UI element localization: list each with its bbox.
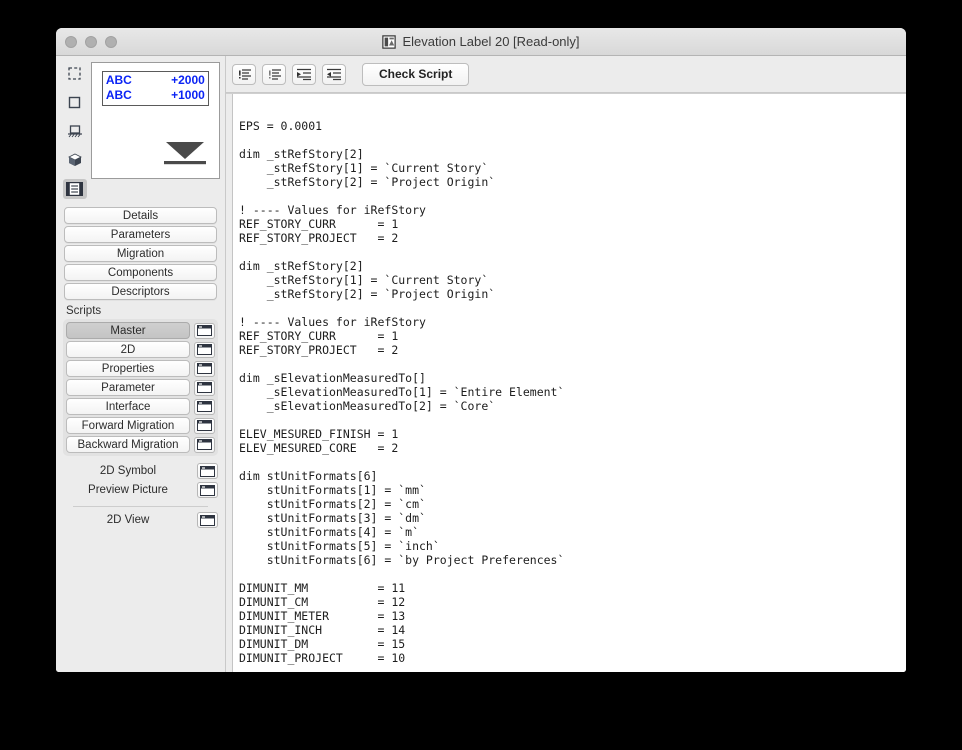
open-window-icon[interactable] — [194, 417, 215, 434]
editor-panel: ! ! Check Script EPS = 0.0001 dim _stRef… — [226, 56, 906, 672]
nav-button-components[interactable]: Components — [64, 264, 217, 281]
solid-square-icon[interactable] — [63, 92, 87, 112]
script-row: Master — [66, 322, 215, 339]
zoom-button[interactable] — [105, 35, 117, 48]
window-title-group: Elevation Label 20 [Read-only] — [56, 34, 906, 49]
script-row: Backward Migration — [66, 436, 215, 453]
preview-label-text: ABC — [105, 73, 132, 87]
script-button-forward-migration[interactable]: Forward Migration — [66, 417, 190, 434]
check-script-button[interactable]: Check Script — [362, 62, 470, 86]
increase-indent-icon[interactable] — [292, 63, 316, 85]
row-2d-symbol: 2D Symbol — [63, 463, 218, 479]
script-button-parameter[interactable]: Parameter — [66, 379, 190, 396]
open-window-icon[interactable] — [194, 322, 215, 339]
script-button-interface[interactable]: Interface — [66, 398, 190, 415]
object-preview[interactable]: ABC +2000 ABC +1000 — [90, 62, 220, 179]
open-window-icon[interactable] — [197, 463, 218, 479]
cube-3d-icon[interactable] — [63, 150, 87, 170]
row-2d-view: 2D View — [63, 512, 218, 528]
window-controls — [65, 35, 117, 48]
script-code-text[interactable]: EPS = 0.0001 dim _stRefStory[2] _stRefSt… — [233, 94, 906, 672]
minimize-button[interactable] — [85, 35, 97, 48]
open-window-icon[interactable] — [194, 341, 215, 358]
script-button-master[interactable]: Master — [66, 322, 190, 339]
window-title: Elevation Label 20 [Read-only] — [402, 34, 580, 49]
elevation-triangle-marker — [164, 142, 206, 165]
editor-gutter — [226, 94, 233, 672]
nav-button-migration[interactable]: Migration — [64, 245, 217, 262]
open-window-icon[interactable] — [194, 436, 215, 453]
script-list-icon[interactable] — [62, 179, 87, 199]
preview-label-box: ABC +2000 ABC +1000 — [101, 71, 209, 106]
window-body: ABC +2000 ABC +1000 Details Parameters M… — [56, 56, 906, 672]
open-window-icon[interactable] — [194, 379, 215, 396]
script-row: Parameter — [66, 379, 215, 396]
dashed-square-icon[interactable] — [63, 63, 87, 83]
editor-toolbar: ! ! Check Script — [226, 56, 906, 93]
row-preview-picture: Preview Picture — [63, 482, 218, 498]
preview-area: ABC +2000 ABC +1000 — [56, 56, 225, 199]
view-mode-rail — [61, 60, 89, 199]
preview-label-text: ABC — [105, 88, 132, 102]
uncomment-lines-icon[interactable]: ! — [262, 63, 286, 85]
preview-label-row: ABC +2000 — [106, 73, 205, 88]
script-row: 2D — [66, 341, 215, 358]
script-row: Properties — [66, 360, 215, 377]
script-button-backward-migration[interactable]: Backward Migration — [66, 436, 190, 453]
label-2d-view: 2D View — [106, 514, 150, 526]
preview-label-row: ABC +1000 — [106, 88, 205, 103]
scripts-section-label: Scripts — [66, 305, 102, 317]
script-button-properties[interactable]: Properties — [66, 360, 190, 377]
library-object-icon — [382, 34, 397, 49]
preview-label-value: +1000 — [171, 88, 205, 102]
section-nav-buttons: Details Parameters Migration Components … — [56, 199, 225, 300]
script-row: Forward Migration — [66, 417, 215, 434]
open-window-icon[interactable] — [194, 398, 215, 415]
close-button[interactable] — [65, 35, 77, 48]
separator — [73, 506, 208, 507]
comment-lines-icon[interactable]: ! — [232, 63, 256, 85]
scripts-group: Master 2D Properties Parameter Interface… — [63, 319, 218, 456]
extra-editor-rows: 2D Symbol Preview Picture 2D View — [56, 463, 225, 528]
nav-button-descriptors[interactable]: Descriptors — [64, 283, 217, 300]
left-sidebar: ABC +2000 ABC +1000 Details Parameters M… — [56, 56, 226, 672]
section-hatch-icon[interactable] — [63, 121, 87, 141]
open-window-icon[interactable] — [194, 360, 215, 377]
application-window: Elevation Label 20 [Read-only] ABC +2000… — [56, 28, 906, 672]
label-2d-symbol: 2D Symbol — [99, 465, 157, 477]
window-titlebar[interactable]: Elevation Label 20 [Read-only] — [56, 28, 906, 56]
screen-root: Elevation Label 20 [Read-only] ABC +2000… — [0, 0, 962, 750]
label-preview-picture: Preview Picture — [88, 484, 168, 496]
script-button-2d[interactable]: 2D — [66, 341, 190, 358]
code-editor[interactable]: EPS = 0.0001 dim _stRefStory[2] _stRefSt… — [226, 93, 906, 672]
script-row: Interface — [66, 398, 215, 415]
decrease-indent-icon[interactable] — [322, 63, 346, 85]
nav-button-parameters[interactable]: Parameters — [64, 226, 217, 243]
open-window-icon[interactable] — [197, 482, 218, 498]
open-window-icon[interactable] — [197, 512, 218, 528]
preview-label-value: +2000 — [171, 73, 205, 87]
nav-button-details[interactable]: Details — [64, 207, 217, 224]
